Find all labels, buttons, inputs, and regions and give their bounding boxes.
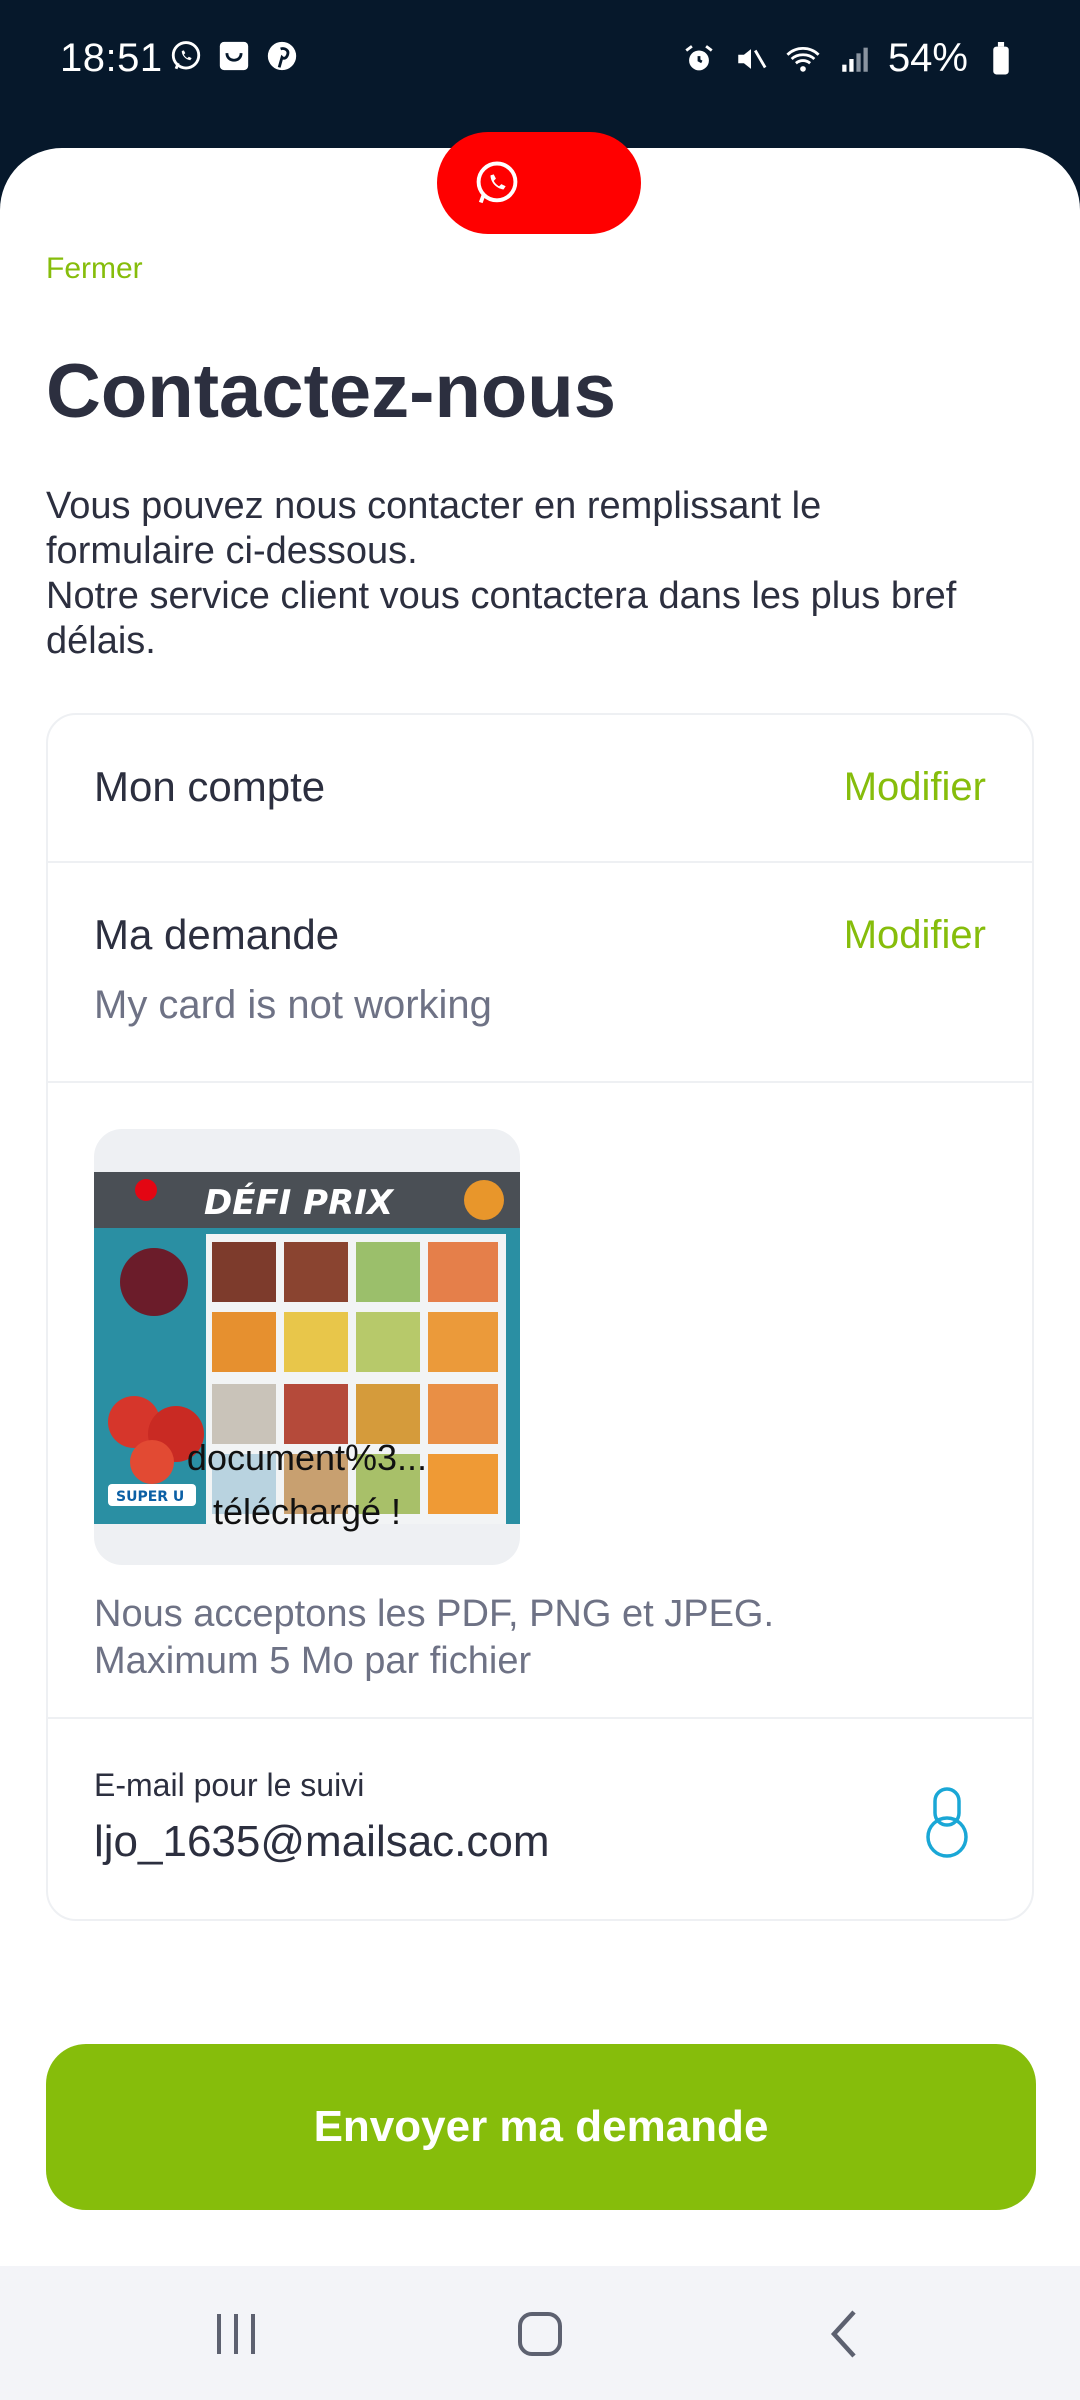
email-label: E-mail pour le suivi: [94, 1767, 365, 1803]
whatsapp-button[interactable]: [437, 132, 641, 234]
divider: [48, 1081, 1032, 1083]
file-size-hint: Maximum 5 Mo par fichier: [94, 1640, 532, 1682]
intro-text: Vous pouvez nous contacter en remplissan…: [46, 484, 1046, 664]
account-label: Mon compte: [94, 763, 326, 810]
form-card: Mon compte Modifier Ma demande Modifier …: [46, 713, 1034, 1921]
bag-icon: [216, 38, 252, 74]
divider: [48, 861, 1032, 863]
back-icon[interactable]: [816, 2306, 872, 2362]
intro-line: Notre service client vous contactera dan…: [46, 575, 957, 617]
page-title: Contactez-nous: [46, 349, 616, 434]
file-hint: Nous acceptons les PDF, PNG et JPEG. Max…: [94, 1591, 774, 1685]
flyer-title: DÉFI PRIX: [204, 1182, 395, 1223]
whatsapp-icon: [168, 38, 204, 74]
submit-button[interactable]: Envoyer ma demande: [46, 2044, 1036, 2210]
alarm-icon: [680, 40, 718, 78]
upload-status: document%3... téléchargé !: [94, 1431, 520, 1539]
lock-icon: [922, 1785, 972, 1861]
mute-icon: [732, 40, 770, 78]
battery-percent: 54%: [887, 36, 968, 80]
upload-filename: document%3...: [186, 1437, 428, 1478]
wifi-icon: [784, 40, 822, 78]
intro-line: délais.: [46, 620, 156, 662]
close-link[interactable]: Fermer: [46, 252, 143, 286]
upload-message: téléchargé !: [212, 1491, 402, 1532]
system-icons: 54%: [680, 36, 1020, 81]
intro-line: formulaire ci-dessous.: [46, 530, 418, 572]
request-modify-link[interactable]: Modifier: [844, 913, 986, 958]
account-modify-link[interactable]: Modifier: [844, 765, 986, 810]
email-field[interactable]: ljo_1635@mailsac.com: [94, 1817, 550, 1867]
intro-line: Vous pouvez nous contacter en remplissan…: [46, 485, 822, 527]
whatsapp-icon: [467, 153, 527, 213]
divider: [48, 1717, 1032, 1719]
file-types-hint: Nous acceptons les PDF, PNG et JPEG.: [94, 1593, 775, 1635]
status-bar: 18:51 54%: [0, 0, 1080, 124]
notification-icons: [168, 38, 300, 74]
request-label: Ma demande: [94, 911, 340, 958]
navigation-bar: [0, 2266, 1080, 2400]
signal-icon: [836, 40, 874, 78]
recents-icon[interactable]: [208, 2306, 264, 2362]
home-icon[interactable]: [512, 2306, 568, 2362]
request-value: My card is not working: [94, 983, 492, 1027]
pinterest-icon: [264, 38, 300, 74]
status-time: 18:51: [60, 36, 163, 80]
battery-icon: [982, 40, 1020, 78]
attachment-thumbnail[interactable]: DÉFI PRIX SUPER U document%3... téléchar…: [94, 1129, 520, 1565]
